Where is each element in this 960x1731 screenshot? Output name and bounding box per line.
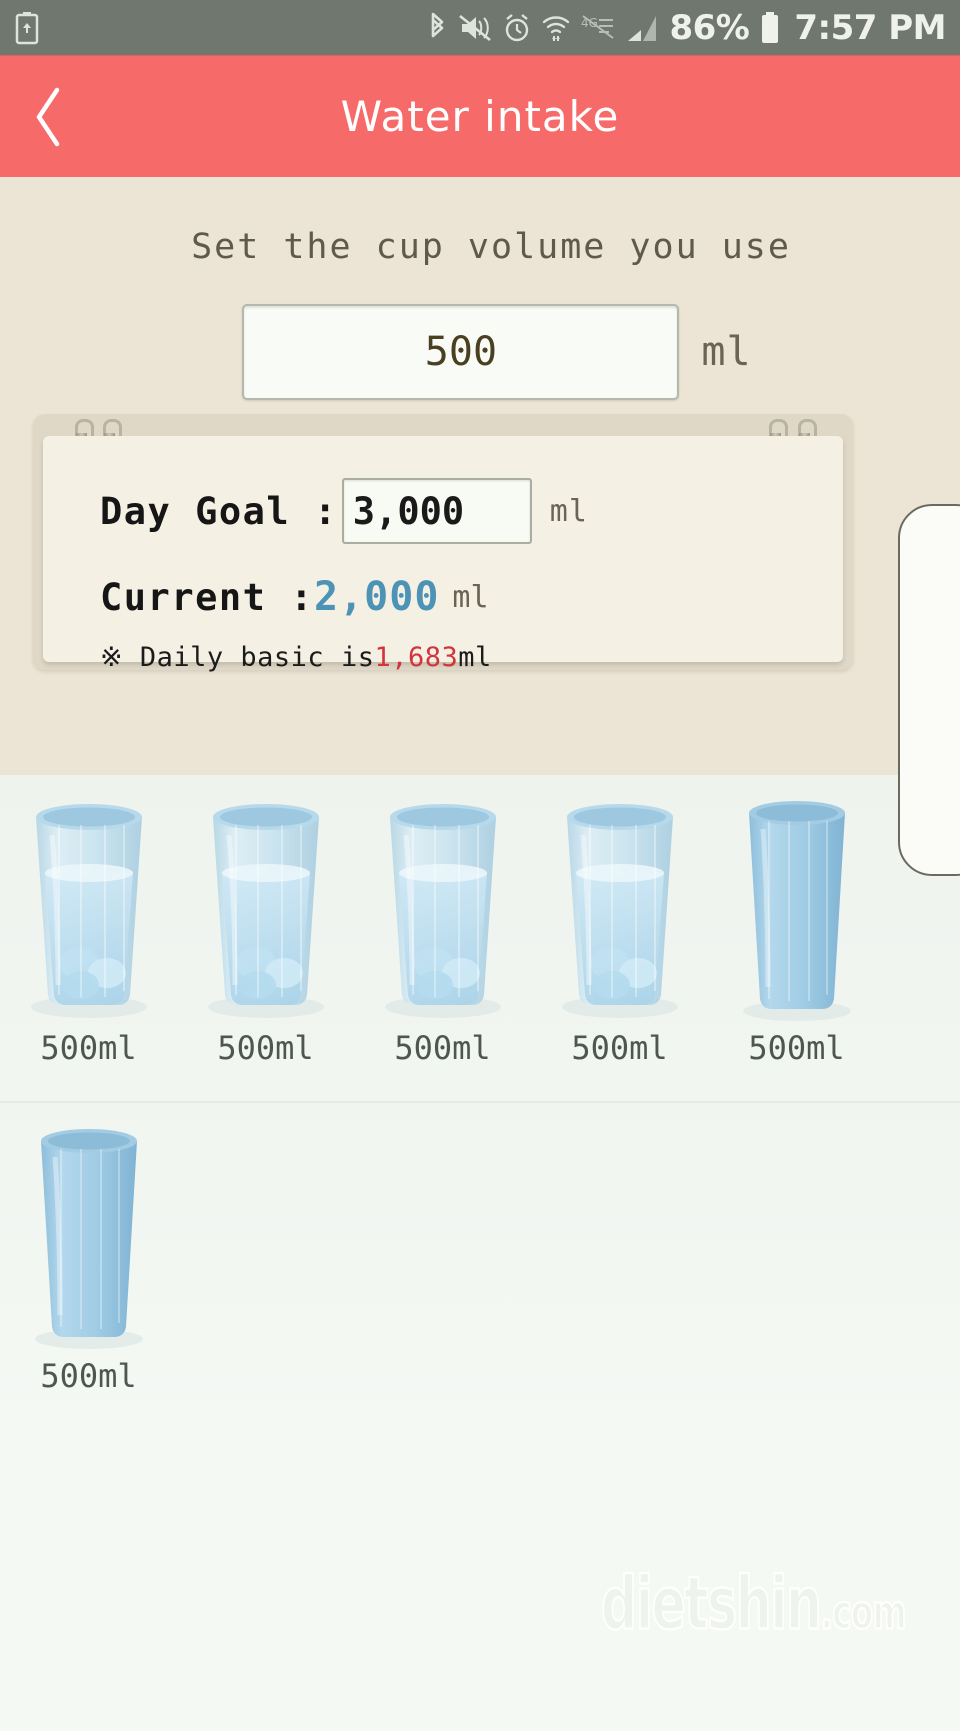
current-label: Current : [100,575,314,619]
glass-cell-full[interactable]: 500ml [531,775,708,1101]
glass-volume-label: 500ml [394,1029,491,1067]
side-peek-card[interactable] [898,504,960,876]
page-title: Water intake [340,92,620,141]
set-cup-volume-label: Set the cup volume you use [191,227,791,267]
glass-row: 500ml [0,1103,960,1431]
wifi-icon [542,12,570,44]
mute-vibrate-icon [458,13,492,43]
svg-text:4G: 4G [581,16,598,30]
goal-card-page: Day Goal : 3,000 ml Current : 2,000 ml ※… [43,436,843,673]
chevron-left-icon [31,86,65,148]
glass-cell-empty[interactable]: 500ml [708,775,885,1101]
day-goal-input[interactable]: 3,000 [341,478,532,544]
glass-cell-full[interactable]: 500ml [354,775,531,1101]
glass-volume-label: 500ml [571,1029,668,1067]
watermark-tld: .com [820,1585,908,1642]
battery-saver-icon [14,11,40,45]
lte-data-icon: 4G [581,14,615,42]
glass-volume-label: 500ml [217,1029,314,1067]
app-bar: Water intake [0,55,960,177]
glass-slot-placeholder [531,1103,708,1431]
bluetooth-icon [427,12,447,44]
back-button[interactable] [0,56,96,178]
cup-volume-unit-label: ml [701,329,752,375]
status-bar: 4G 86% 7:57 PM [0,0,960,55]
water-glass-grid: 500ml 500ml 500ml 500ml 500ml 500ml [0,775,960,1431]
water-glass-empty-icon [19,1123,159,1351]
current-row: Current : 2,000 ml [100,574,843,620]
daily-basic-value: 1,683 [374,642,459,673]
glass-slot-placeholder [177,1103,354,1431]
day-goal-label: Day Goal : [100,489,338,533]
daily-basic-prefix: Daily basic is [123,642,375,673]
glass-cell-empty[interactable]: 500ml [0,1103,177,1431]
water-glass-empty-icon [727,795,867,1023]
cup-volume-row: 500 ml [0,304,960,400]
battery-percent-label: 86% [669,7,750,48]
glass-volume-label: 500ml [40,1029,137,1067]
site-watermark: dietshin.com [600,1559,908,1648]
note-asterisk-icon: ※ [100,642,124,673]
cup-volume-input[interactable]: 500 [242,304,680,400]
alarm-icon [503,13,531,43]
battery-icon [760,11,780,45]
daily-basic-suffix: ml [458,642,492,673]
status-bar-left [14,11,40,45]
status-bar-right: 4G 86% 7:57 PM [427,8,946,48]
clock-label: 7:57 PM [794,7,946,48]
water-glass-full-icon [19,795,159,1023]
glass-slot-placeholder [354,1103,531,1431]
water-glass-full-icon [196,795,336,1023]
water-glass-full-icon [550,795,690,1023]
glass-row: 500ml 500ml 500ml 500ml 500ml [0,775,960,1103]
glass-cell-full[interactable]: 500ml [0,775,177,1101]
day-goal-unit-label: ml [549,493,588,529]
glass-cell-full[interactable]: 500ml [177,775,354,1101]
goal-card: Day Goal : 3,000 ml Current : 2,000 ml ※… [33,414,853,673]
current-unit-label: ml [452,579,489,615]
day-goal-row: Day Goal : 3,000 ml [100,478,843,544]
glass-volume-label: 500ml [40,1357,137,1395]
current-value: 2,000 [313,574,440,620]
watermark-name: dietshin [600,1559,823,1648]
cup-settings-panel: Set the cup volume you use 500 ml Day Go… [0,177,960,876]
daily-basic-note: ※ Daily basic is1,683ml [100,642,843,673]
glass-volume-label: 500ml [748,1029,845,1067]
water-glass-full-icon [373,795,513,1023]
signal-bars-icon [626,13,658,43]
glass-slot-placeholder [708,1103,885,1431]
